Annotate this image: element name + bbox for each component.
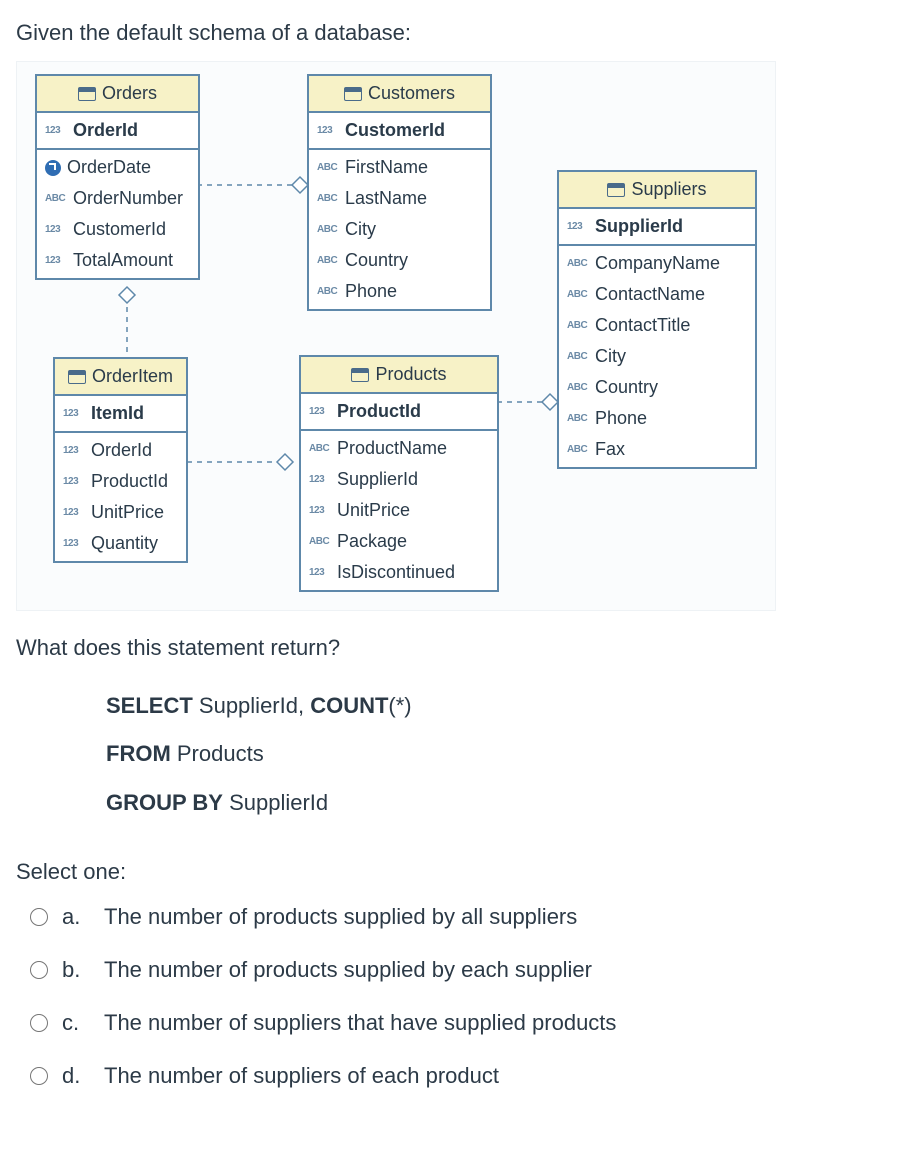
- pk-field: OrderId: [73, 117, 138, 144]
- sql-keyword: SELECT: [106, 693, 193, 718]
- table-title: Customers: [368, 80, 455, 107]
- sql-text: (*): [388, 693, 411, 718]
- table-suppliers: Suppliers SupplierId CompanyName Contact…: [557, 170, 757, 469]
- col-name: Country: [345, 247, 408, 274]
- option-text: The number of products supplied by each …: [104, 953, 592, 986]
- option-letter: b.: [62, 953, 90, 986]
- select-one-label: Select one:: [16, 855, 902, 888]
- col-name: CompanyName: [595, 250, 720, 277]
- sql-keyword: GROUP BY: [106, 790, 223, 815]
- table-header: Orders: [37, 76, 198, 113]
- col-name: OrderId: [91, 437, 152, 464]
- sql-keyword: FROM: [106, 741, 171, 766]
- option-letter: a.: [62, 900, 90, 933]
- col-name: Package: [337, 528, 407, 555]
- table-products: Products ProductId ProductName SupplierI…: [299, 355, 499, 592]
- table-icon: [607, 183, 625, 197]
- table-header: Customers: [309, 76, 490, 113]
- sql-text: SupplierId,: [193, 693, 310, 718]
- table-customers: Customers CustomerId FirstName LastName …: [307, 74, 492, 311]
- pk-field: CustomerId: [345, 117, 445, 144]
- option-d[interactable]: d. The number of suppliers of each produ…: [16, 1059, 902, 1092]
- col-name: SupplierId: [337, 466, 418, 493]
- option-a[interactable]: a. The number of products supplied by al…: [16, 900, 902, 933]
- col-name: Quantity: [91, 530, 158, 557]
- schema-diagram: Orders OrderId OrderDate OrderNumber Cus…: [16, 61, 776, 611]
- question-text: What does this statement return?: [16, 631, 902, 664]
- intro-text: Given the default schema of a database:: [16, 16, 902, 49]
- table-icon: [78, 87, 96, 101]
- col-name: LastName: [345, 185, 427, 212]
- pk-field: SupplierId: [595, 213, 683, 240]
- table-title: OrderItem: [92, 363, 173, 390]
- option-letter: d.: [62, 1059, 90, 1092]
- clock-icon: [45, 160, 61, 176]
- table-orders: Orders OrderId OrderDate OrderNumber Cus…: [35, 74, 200, 280]
- radio-a[interactable]: [30, 908, 48, 926]
- col-name: UnitPrice: [91, 499, 164, 526]
- pk-field: ItemId: [91, 400, 144, 427]
- col-name: TotalAmount: [73, 247, 173, 274]
- col-name: City: [345, 216, 376, 243]
- col-name: Country: [595, 374, 658, 401]
- col-name: ContactName: [595, 281, 705, 308]
- radio-d[interactable]: [30, 1067, 48, 1085]
- table-header: Products: [301, 357, 497, 394]
- table-title: Suppliers: [631, 176, 706, 203]
- table-icon: [344, 87, 362, 101]
- table-icon: [351, 368, 369, 382]
- sql-text: Products: [171, 741, 264, 766]
- option-text: The number of products supplied by all s…: [104, 900, 577, 933]
- col-name: City: [595, 343, 626, 370]
- option-letter: c.: [62, 1006, 90, 1039]
- col-name: UnitPrice: [337, 497, 410, 524]
- table-header: OrderItem: [55, 359, 186, 396]
- col-name: FirstName: [345, 154, 428, 181]
- col-name: CustomerId: [73, 216, 166, 243]
- col-name: ProductName: [337, 435, 447, 462]
- radio-b[interactable]: [30, 961, 48, 979]
- table-title: Orders: [102, 80, 157, 107]
- pk-field: ProductId: [337, 398, 421, 425]
- table-orderitem: OrderItem ItemId OrderId ProductId UnitP…: [53, 357, 188, 563]
- table-header: Suppliers: [559, 172, 755, 209]
- option-c[interactable]: c. The number of suppliers that have sup…: [16, 1006, 902, 1039]
- option-b[interactable]: b. The number of products supplied by ea…: [16, 953, 902, 986]
- radio-c[interactable]: [30, 1014, 48, 1032]
- option-text: The number of suppliers that have suppli…: [104, 1006, 616, 1039]
- sql-block: SELECT SupplierId, COUNT(*) FROM Product…: [106, 682, 902, 827]
- table-icon: [68, 370, 86, 384]
- col-name: Fax: [595, 436, 625, 463]
- col-name: OrderDate: [67, 154, 151, 181]
- col-name: Phone: [595, 405, 647, 432]
- col-name: ContactTitle: [595, 312, 690, 339]
- col-name: Phone: [345, 278, 397, 305]
- options-list: a. The number of products supplied by al…: [16, 900, 902, 1092]
- sql-keyword: COUNT: [310, 693, 388, 718]
- option-text: The number of suppliers of each product: [104, 1059, 499, 1092]
- col-name: IsDiscontinued: [337, 559, 455, 586]
- sql-text: SupplierId: [223, 790, 328, 815]
- col-name: OrderNumber: [73, 185, 183, 212]
- col-name: ProductId: [91, 468, 168, 495]
- table-title: Products: [375, 361, 446, 388]
